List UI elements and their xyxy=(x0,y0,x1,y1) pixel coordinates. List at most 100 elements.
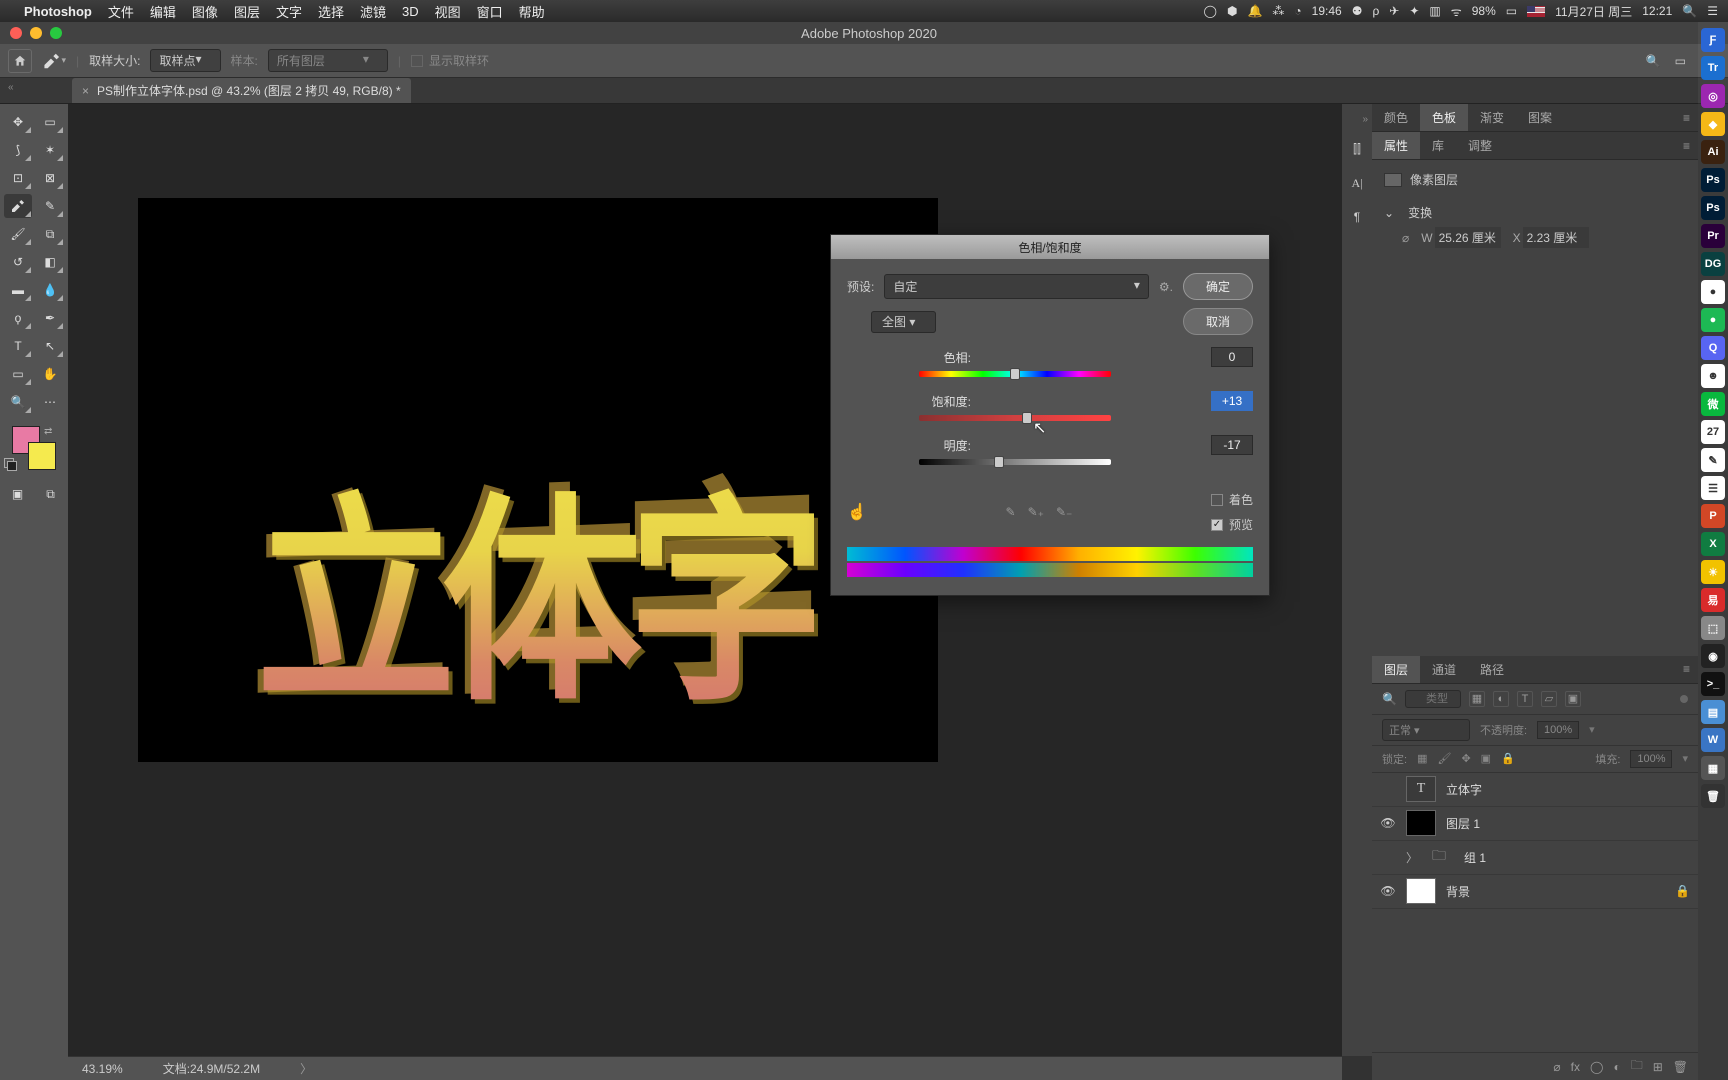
spectrum-output[interactable] xyxy=(847,563,1253,577)
visibility-toggle[interactable]: 👁 xyxy=(1380,884,1396,898)
lock-trans-icon[interactable]: ▦ xyxy=(1417,752,1427,765)
panel-flyout-icon[interactable]: ≡ xyxy=(1675,111,1698,125)
visibility-toggle[interactable]: 👁 xyxy=(1380,782,1396,796)
dock-app-icon[interactable]: Ps xyxy=(1701,168,1725,192)
filter-search-icon[interactable]: 🔍 xyxy=(1382,692,1397,706)
tab-libraries[interactable]: 库 xyxy=(1420,132,1456,159)
filter-type-icon[interactable]: T xyxy=(1517,691,1533,707)
lock-pos-icon[interactable]: ✥ xyxy=(1461,752,1470,765)
dock-app-icon[interactable]: ⬚ xyxy=(1701,616,1725,640)
mask-icon[interactable]: ◯ xyxy=(1590,1060,1603,1074)
spotlight-icon[interactable]: 🔍 xyxy=(1682,4,1697,18)
dialog-title[interactable]: 色相/饱和度 xyxy=(831,235,1269,259)
dock-app-icon[interactable]: ◉ xyxy=(1701,644,1725,668)
show-ring-checkbox[interactable]: 显示取样环 xyxy=(411,52,489,69)
dock-app-icon[interactable]: P xyxy=(1701,504,1725,528)
saturation-slider[interactable] xyxy=(919,415,1111,425)
menu-image[interactable]: 图像 xyxy=(192,2,218,21)
healing-tool[interactable]: ✎ xyxy=(36,194,64,218)
filter-shape-icon[interactable]: ▱ xyxy=(1541,691,1557,707)
layer-name[interactable]: 图层 1 xyxy=(1446,815,1480,832)
dock-app-icon[interactable]: Ps xyxy=(1701,196,1725,220)
battery-icon[interactable]: ▥ xyxy=(1429,4,1440,18)
layer-name[interactable]: 立体字 xyxy=(1446,781,1482,798)
menu-type[interactable]: 文字 xyxy=(276,2,302,21)
opacity-value[interactable]: 100% xyxy=(1537,721,1579,739)
layer-row[interactable]: 👁 背景 🔒 xyxy=(1372,875,1698,909)
dock-app-icon[interactable]: ● xyxy=(1701,308,1725,332)
dock-app-icon[interactable]: ✎ xyxy=(1701,448,1725,472)
pen-tool[interactable]: ✒ xyxy=(36,306,64,330)
adjustment-icon[interactable]: ◐ xyxy=(1613,1060,1620,1074)
channel-select[interactable]: 全图 ▾ xyxy=(871,311,936,333)
app-menu[interactable]: Photoshop xyxy=(24,4,92,19)
saturation-thumb[interactable] xyxy=(1022,412,1032,424)
dock-app-icon[interactable]: 微 xyxy=(1701,392,1725,416)
dock-app-icon[interactable]: Tr xyxy=(1701,56,1725,80)
visibility-toggle[interactable]: 👁 xyxy=(1380,850,1396,864)
group-icon[interactable]: 🗀 xyxy=(1631,1056,1643,1077)
group-caret-icon[interactable]: 〉 xyxy=(1406,849,1418,866)
glyph-panel-icon[interactable]: A| xyxy=(1347,173,1367,193)
hue-value[interactable]: 0 xyxy=(1211,347,1253,367)
hue-thumb[interactable] xyxy=(1010,368,1020,380)
menu-window[interactable]: 窗口 xyxy=(477,2,503,21)
telegram-icon[interactable]: ✈ xyxy=(1389,4,1399,18)
zoom-level[interactable]: 43.19% xyxy=(82,1062,123,1076)
frame-tool[interactable]: ⊠ xyxy=(36,166,64,190)
minimize-window-button[interactable] xyxy=(30,27,42,39)
dodge-tool[interactable]: ϙ xyxy=(4,306,32,330)
quickmask-button[interactable]: ▣ xyxy=(4,482,31,506)
input-flag-icon[interactable] xyxy=(1527,6,1545,17)
filter-adjust-icon[interactable]: ◐ xyxy=(1493,691,1509,707)
dock-app-icon[interactable]: DG xyxy=(1701,252,1725,276)
eyedropper-sub-icon[interactable]: ✎₋ xyxy=(1056,505,1072,519)
dock-app-icon[interactable]: >_ xyxy=(1701,672,1725,696)
zoom-tool[interactable]: 🔍 xyxy=(4,390,32,414)
panel-flyout-icon[interactable]: ≡ xyxy=(1675,139,1698,153)
preset-gear-icon[interactable]: ⚙. xyxy=(1159,280,1173,294)
filter-smart-icon[interactable]: ▣ xyxy=(1565,691,1581,707)
shield-icon[interactable]: ⬢ xyxy=(1227,4,1237,18)
expand-icon[interactable]: » xyxy=(1362,114,1368,125)
dock-app-icon[interactable]: Ai xyxy=(1701,140,1725,164)
swap-colors-icon[interactable]: ⇄ xyxy=(44,426,52,437)
status-flyout-icon[interactable]: 〉 xyxy=(300,1060,312,1077)
zoom-window-button[interactable] xyxy=(50,27,62,39)
visibility-toggle[interactable]: 👁 xyxy=(1380,816,1396,830)
layer-row[interactable]: 👁 T 立体字 xyxy=(1372,773,1698,807)
notif-icon[interactable]: 🔔 xyxy=(1247,4,1262,18)
edit-toolbar-button[interactable]: ⋯ xyxy=(36,390,64,414)
character-panel-icon[interactable]: ⫿⫿ xyxy=(1347,139,1367,159)
hand-tool[interactable]: ✋ xyxy=(36,362,64,386)
menu-layer[interactable]: 图层 xyxy=(234,2,260,21)
lightness-slider[interactable] xyxy=(919,459,1111,469)
filter-toggle[interactable] xyxy=(1680,695,1688,703)
move-tool[interactable]: ✥ xyxy=(4,110,32,134)
quick-select-tool[interactable]: ✶ xyxy=(36,138,64,162)
fill-value[interactable]: 100% xyxy=(1630,750,1672,768)
preset-select[interactable]: 自定▾ xyxy=(884,274,1149,299)
type-tool[interactable]: T xyxy=(4,334,32,358)
lock-paint-icon[interactable]: 🖌 xyxy=(1437,752,1451,765)
dock-app-icon[interactable]: ◆ xyxy=(1701,112,1725,136)
layer-filter-select[interactable] xyxy=(1405,690,1461,708)
tab-paths[interactable]: 路径 xyxy=(1468,656,1516,683)
tab-layers[interactable]: 图层 xyxy=(1372,656,1420,683)
dock-app-icon[interactable]: ☻ xyxy=(1701,364,1725,388)
sparkle-icon[interactable]: ✦ xyxy=(1409,4,1419,18)
eraser-tool[interactable]: ◧ xyxy=(36,250,64,274)
link-layers-icon[interactable]: ⌀ xyxy=(1553,1060,1560,1074)
tab-adjustments[interactable]: 调整 xyxy=(1456,132,1504,159)
layer-row[interactable]: 👁 图层 1 xyxy=(1372,807,1698,841)
spectrum-input[interactable] xyxy=(847,547,1253,561)
home-button[interactable] xyxy=(8,49,32,73)
eyedropper-icon[interactable]: ✎ xyxy=(1006,505,1016,519)
ok-button[interactable]: 确定 xyxy=(1183,273,1253,300)
dock-app-icon[interactable]: ◎ xyxy=(1701,84,1725,108)
lock-nest-icon[interactable]: ▣ xyxy=(1481,752,1491,765)
saturation-value[interactable]: +13 xyxy=(1211,391,1253,411)
paragraph-panel-icon[interactable]: ¶ xyxy=(1347,207,1367,227)
doc-info[interactable]: 文档:24.9M/52.2M xyxy=(163,1060,260,1077)
dock-app-icon[interactable]: ▤ xyxy=(1701,700,1725,724)
